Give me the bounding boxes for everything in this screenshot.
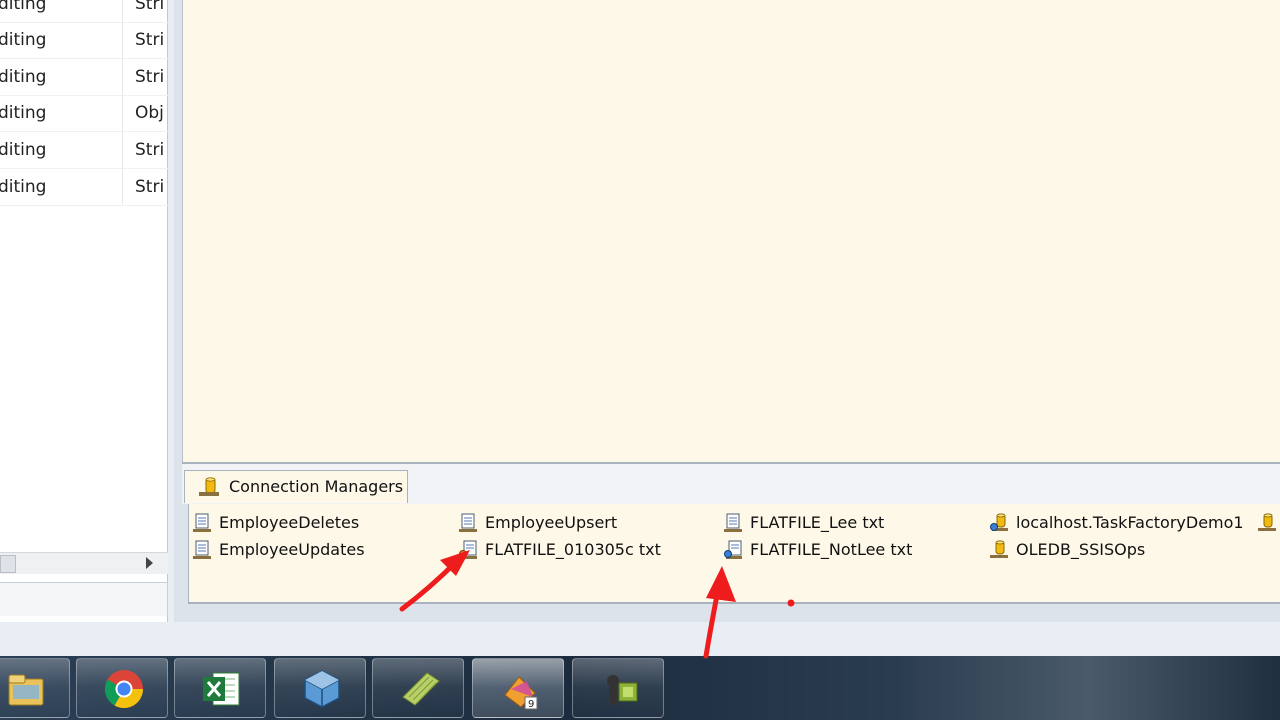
taskbar-button-visual-studio[interactable]: 9	[472, 658, 564, 718]
connection-manager-label: FLATFILE_Lee txt	[750, 513, 885, 532]
connection-manager-label: FLATFILE_NotLee txt	[750, 540, 913, 559]
database-icon	[990, 540, 1008, 558]
variable-type: Stri	[135, 67, 165, 87]
variable-row[interactable]: diting Stri	[0, 59, 168, 96]
taskbar-button-explorer[interactable]	[0, 658, 70, 718]
tab-connection-managers[interactable]: Connection Managers	[184, 470, 408, 503]
excel-icon	[203, 672, 240, 706]
tab-label: Connection Managers	[229, 477, 404, 496]
variable-scope: diting	[0, 140, 47, 160]
scroll-right-arrow-icon[interactable]	[146, 557, 153, 569]
variable-type: Stri	[135, 30, 165, 50]
variable-row[interactable]: diting Obj	[0, 95, 168, 132]
variable-type: Stri	[135, 0, 165, 14]
variable-scope: diting	[0, 67, 47, 87]
variable-scope: diting	[0, 103, 47, 123]
flat-file-expression-icon	[724, 540, 742, 559]
taskbar-button-excel[interactable]	[174, 658, 266, 718]
taskbar-badge: 9	[528, 699, 534, 710]
variable-scope: diting	[0, 177, 47, 197]
connection-manager-label: EmployeeUpdates	[219, 540, 365, 559]
variable-row[interactable]: diting Stri	[0, 0, 168, 23]
variable-type: Obj	[135, 103, 164, 123]
chrome-icon	[104, 670, 144, 709]
virtualbox-icon	[304, 670, 340, 708]
windows-taskbar: 9	[0, 656, 1280, 720]
database-icon	[1258, 513, 1276, 531]
connection-manager-label: EmployeeUpsert	[485, 513, 618, 532]
flat-file-expression-icon	[459, 540, 477, 559]
variable-row[interactable]: diting Stri	[0, 132, 168, 169]
variable-type: Stri	[135, 140, 165, 160]
database-expression-icon	[990, 513, 1008, 531]
taskbar-button-pragmatic-works[interactable]	[572, 658, 664, 718]
variable-scope: diting	[0, 30, 47, 50]
horizontal-scrollbar[interactable]	[0, 552, 168, 574]
flat-file-icon	[193, 540, 211, 559]
variable-row[interactable]: diting Stri	[0, 169, 168, 206]
variable-type: Stri	[135, 177, 165, 197]
windows-explorer-icon	[8, 674, 44, 706]
database-icon	[199, 477, 219, 496]
notepad-icon	[402, 672, 440, 706]
flat-file-icon	[724, 513, 742, 532]
connection-manager-label: localhost.TaskFactoryDemo1	[1016, 513, 1244, 532]
connection-manager-item-partial[interactable]	[1256, 511, 1280, 535]
variables-pane-footer	[0, 582, 168, 616]
connection-manager-label: FLATFILE_010305c txt	[485, 540, 661, 559]
variables-pane: diting Stri diting Stri diting Stri diti…	[0, 0, 168, 622]
taskbar-button-notepad[interactable]	[372, 658, 464, 718]
visual-studio-icon: 9	[504, 676, 538, 710]
scrollbar-thumb[interactable]	[0, 555, 16, 573]
taskbar-button-chrome[interactable]	[76, 658, 168, 718]
variable-scope: diting	[0, 0, 47, 14]
taskbar-button-virtualbox[interactable]	[274, 658, 366, 718]
variable-row[interactable]: diting Stri	[0, 22, 168, 59]
control-flow-design-surface[interactable]	[182, 0, 1280, 462]
flat-file-icon	[193, 513, 211, 532]
pragmatic-works-icon	[607, 675, 638, 705]
connection-manager-label: EmployeeDeletes	[219, 513, 360, 532]
connection-manager-label: OLEDB_SSISOps	[1016, 540, 1146, 559]
flat-file-icon	[459, 513, 477, 532]
